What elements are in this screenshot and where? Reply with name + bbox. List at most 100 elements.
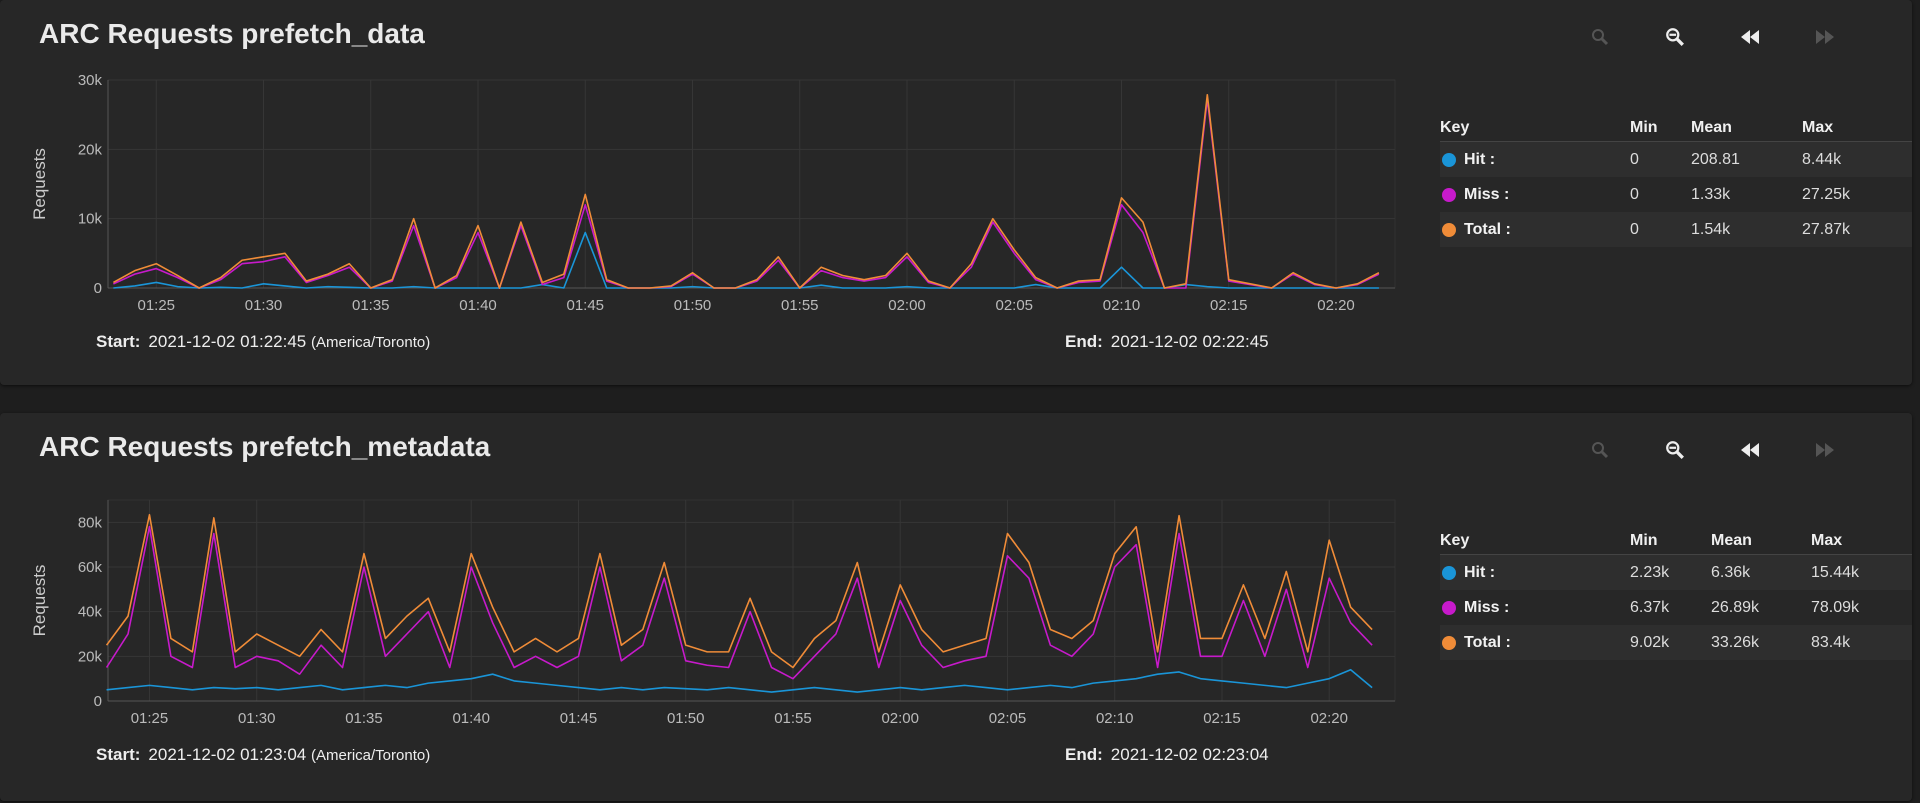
legend-mean-value: 1.54k bbox=[1691, 221, 1731, 238]
x-tick-label: 01:50 bbox=[674, 297, 712, 314]
zoom-in-button[interactable] bbox=[1580, 435, 1620, 465]
fast-forward-button[interactable] bbox=[1805, 22, 1845, 52]
legend-swatch bbox=[1442, 566, 1456, 580]
end-value: 2021-12-02 02:22:45 bbox=[1110, 332, 1269, 351]
chart-panel-prefetch-data: ARC Requests prefetch_data 0 10k 20k 30k 01:… bbox=[0, 0, 1912, 385]
legend-row[interactable]: Total : 0 1.54k 27.87k bbox=[1440, 212, 1912, 247]
legend-series-name: Miss : bbox=[1464, 599, 1510, 616]
y-tick-label: 0 bbox=[94, 693, 102, 710]
x-tick-label: 01:25 bbox=[137, 297, 175, 314]
x-tick-label: 01:25 bbox=[131, 710, 169, 727]
chart-toolbar bbox=[1580, 22, 1900, 52]
end-value: 2021-12-02 02:23:04 bbox=[1110, 745, 1269, 764]
legend-header-min: Min bbox=[1630, 532, 1658, 549]
zoom-out-icon bbox=[1666, 28, 1684, 46]
end-label: End: bbox=[1065, 332, 1103, 351]
y-tick-label: 20k bbox=[78, 648, 103, 665]
timezone: (America/Toronto) bbox=[311, 334, 431, 351]
x-tick-label: 01:40 bbox=[459, 297, 497, 314]
rewind-icon bbox=[1741, 30, 1759, 44]
y-tick-label: 40k bbox=[78, 604, 103, 621]
legend-header-min: Min bbox=[1630, 119, 1658, 136]
legend-max-value: 78.09k bbox=[1811, 599, 1860, 616]
legend-mean-value: 6.36k bbox=[1711, 564, 1751, 581]
legend-min-value: 0 bbox=[1630, 186, 1639, 203]
legend-max-value: 15.44k bbox=[1811, 564, 1860, 581]
legend-series-name: Miss : bbox=[1464, 186, 1510, 203]
y-tick-label: 60k bbox=[78, 559, 103, 576]
x-tick-label: 01:40 bbox=[452, 710, 490, 727]
panel-title: ARC Requests prefetch_data bbox=[39, 18, 425, 49]
legend-mean-value: 33.26k bbox=[1711, 634, 1760, 651]
legend-header: Key Min Mean Max bbox=[1440, 113, 1912, 142]
y-tick-label: 20k bbox=[78, 141, 103, 158]
rewind-button[interactable] bbox=[1730, 435, 1770, 465]
x-tick-label: 02:15 bbox=[1203, 710, 1241, 727]
plot-area bbox=[107, 79, 1396, 289]
zoom-in-button[interactable] bbox=[1580, 22, 1620, 52]
start-label: Start: bbox=[96, 332, 141, 351]
legend-row[interactable]: Hit : 0 208.81 8.44k bbox=[1440, 142, 1912, 177]
y-axis-label: Requests bbox=[30, 565, 49, 637]
x-tick-label: 01:45 bbox=[566, 297, 604, 314]
legend-min-value: 9.02k bbox=[1630, 634, 1670, 651]
zoom-out-button[interactable] bbox=[1655, 22, 1695, 52]
y-tick-label: 10k bbox=[78, 211, 103, 228]
legend-series-name: Total : bbox=[1464, 221, 1511, 238]
end-label: End: bbox=[1065, 745, 1103, 764]
x-tick-label: 02:05 bbox=[989, 710, 1027, 727]
legend-min-value: 0 bbox=[1630, 221, 1639, 238]
legend-header-mean: Mean bbox=[1691, 119, 1732, 136]
x-tick-label: 02:20 bbox=[1310, 710, 1348, 727]
legend-swatch bbox=[1442, 188, 1456, 202]
panel-title: ARC Requests prefetch_metadata bbox=[39, 431, 491, 462]
zoom-in-icon bbox=[1592, 29, 1609, 46]
legend-mean-value: 208.81 bbox=[1691, 151, 1740, 168]
x-tick-label: 02:10 bbox=[1103, 297, 1141, 314]
legend-row[interactable]: Miss : 0 1.33k 27.25k bbox=[1440, 177, 1912, 212]
start-time: Start: 2021-12-02 01:23:04 (America/Toron… bbox=[96, 745, 430, 765]
legend-header-max: Max bbox=[1802, 119, 1834, 136]
zoom-out-icon bbox=[1666, 441, 1684, 459]
end-time: End: 2021-12-02 02:22:45 bbox=[1065, 332, 1269, 352]
legend-row[interactable]: Total : 9.02k 33.26k 83.4k bbox=[1440, 625, 1912, 660]
zoom-out-button[interactable] bbox=[1655, 435, 1695, 465]
legend-swatch bbox=[1442, 636, 1456, 650]
legend-table: Key Min Mean Max Hit : 0 208.81 8.44k Miss : 0 1.3… bbox=[1440, 113, 1912, 247]
x-tick-label: 01:30 bbox=[238, 710, 276, 727]
zoom-in-icon bbox=[1592, 442, 1609, 459]
rewind-button[interactable] bbox=[1730, 22, 1770, 52]
y-axis-label: Requests bbox=[30, 148, 49, 220]
fast-forward-button[interactable] bbox=[1805, 435, 1845, 465]
legend-swatch bbox=[1442, 223, 1456, 237]
legend-header-max: Max bbox=[1811, 532, 1843, 549]
legend-header: Key Min Mean Max bbox=[1440, 526, 1912, 555]
start-value: 2021-12-02 01:22:45 bbox=[148, 332, 307, 351]
start-label: Start: bbox=[96, 745, 141, 764]
legend-row[interactable]: Hit : 2.23k 6.36k 15.44k bbox=[1440, 555, 1912, 590]
x-tick-label: 02:15 bbox=[1210, 297, 1248, 314]
line-chart-prefetch-data: 0 10k 20k 30k 01:25 01:30 01:35 01:40 01:45 01:50… bbox=[30, 72, 1396, 314]
legend-series-name: Total : bbox=[1464, 634, 1511, 651]
rewind-icon bbox=[1741, 443, 1759, 457]
legend-row[interactable]: Miss : 6.37k 26.89k 78.09k bbox=[1440, 590, 1912, 625]
x-tick-label: 01:45 bbox=[560, 710, 598, 727]
x-tick-label: 01:50 bbox=[667, 710, 705, 727]
legend-max-value: 8.44k bbox=[1802, 151, 1842, 168]
start-time: Start: 2021-12-02 01:22:45 (America/Toron… bbox=[96, 332, 430, 352]
legend-header-key: Key bbox=[1440, 119, 1470, 136]
legend-max-value: 27.87k bbox=[1802, 221, 1851, 238]
legend-max-value: 83.4k bbox=[1811, 634, 1851, 651]
x-tick-label: 02:05 bbox=[995, 297, 1033, 314]
x-tick-label: 01:55 bbox=[774, 710, 812, 727]
y-tick-label: 30k bbox=[78, 72, 103, 89]
fast-forward-icon bbox=[1816, 443, 1834, 457]
series-line-total bbox=[112, 93, 1380, 289]
y-tick-label: 80k bbox=[78, 514, 103, 531]
legend-series-name: Hit : bbox=[1464, 564, 1496, 581]
legend-mean-value: 26.89k bbox=[1711, 599, 1760, 616]
x-tick-label: 01:55 bbox=[781, 297, 819, 314]
legend-mean-value: 1.33k bbox=[1691, 186, 1731, 203]
x-tick-label: 02:10 bbox=[1096, 710, 1134, 727]
series-line-total bbox=[105, 513, 1373, 669]
